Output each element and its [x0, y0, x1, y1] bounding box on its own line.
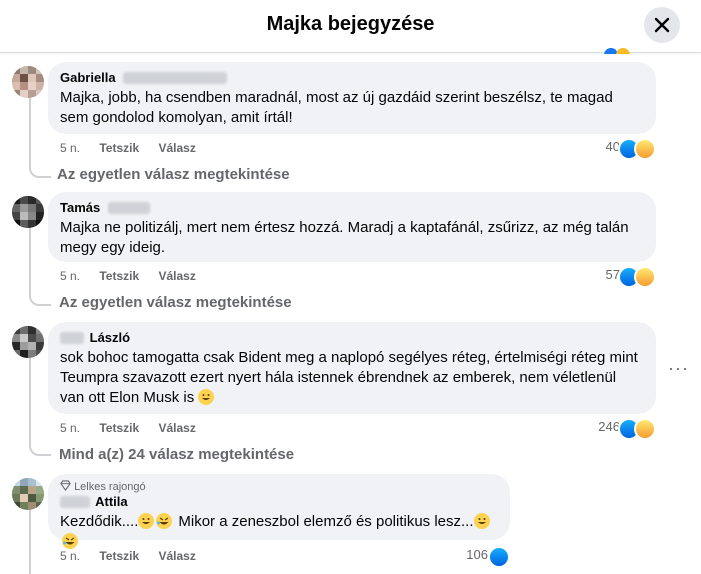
grinning-emoji-icon	[138, 513, 155, 529]
reaction-summary[interactable]: 40	[580, 138, 656, 160]
haha-icon	[634, 138, 656, 160]
view-replies-link[interactable]: Az egyetlen válasz megtekintése	[57, 166, 290, 183]
view-replies-link[interactable]: Az egyetlen válasz megtekintése	[59, 294, 292, 311]
dialog-title: Majka bejegyzése	[266, 13, 435, 35]
haha-icon	[634, 266, 656, 288]
redacted-surname	[60, 332, 84, 344]
redacted-surname	[123, 72, 228, 84]
like-button[interactable]: Tetszik	[99, 549, 139, 563]
view-replies-link[interactable]: Mind a(z) 24 válasz megtekintése	[59, 446, 294, 463]
comment-bubble: Lelkes rajongó Attila Kezdődik.... Mikor …	[48, 474, 510, 549]
reply-button[interactable]: Válasz	[159, 549, 196, 563]
thread-line	[29, 356, 31, 446]
comment-bubble: Tamás Majka ne politizálj, mert nem érte…	[48, 192, 656, 262]
comment-text: Majka, jobb, ha csendben maradnál, most …	[60, 89, 613, 126]
more-options-button[interactable]: ···	[668, 358, 689, 379]
reply-button[interactable]: Válasz	[159, 421, 196, 435]
author-name[interactable]: Tamás	[60, 200, 100, 215]
rofl-emoji-icon	[156, 513, 173, 529]
like-button[interactable]: Tetszik	[99, 269, 139, 283]
dialog-header: Majka bejegyzése	[0, 0, 701, 53]
grinning-emoji-icon	[473, 513, 490, 529]
redacted-surname	[107, 202, 150, 214]
redacted-surname	[60, 496, 90, 508]
comment-author[interactable]: László	[60, 330, 644, 346]
avatar[interactable]	[12, 326, 44, 358]
comment-author[interactable]: Gabriella	[60, 70, 644, 86]
reaction-count: 106	[466, 547, 488, 562]
comment-text: sok bohoc tamogatta csak Bident meg a na…	[60, 349, 638, 406]
author-name[interactable]: Gabriella	[60, 70, 116, 85]
author-name[interactable]: László	[90, 330, 130, 345]
thread-line	[29, 96, 31, 168]
thread-connector	[29, 294, 51, 306]
thread-connector	[29, 444, 51, 456]
comment-actions: 5 n. Tetszik Válasz	[60, 549, 212, 563]
diamond-icon	[60, 480, 71, 492]
like-icon	[488, 546, 510, 568]
reaction-summary[interactable]: 57	[580, 266, 656, 288]
author-name[interactable]: Attila	[95, 494, 128, 509]
avatar[interactable]	[12, 66, 44, 98]
comment-bubble: László sok bohoc tamogatta csak Bident m…	[48, 322, 656, 414]
reply-button[interactable]: Válasz	[159, 269, 196, 283]
comment-bubble: Gabriella Majka, jobb, ha csendben marad…	[48, 62, 656, 134]
reaction-summary[interactable]: 106	[450, 546, 510, 568]
comment-text-container: Kezdődik.... Mikor a zeneszbol elemző és …	[60, 512, 498, 552]
like-button[interactable]: Tetszik	[99, 141, 139, 155]
grinning-emoji-icon	[198, 389, 215, 405]
avatar[interactable]	[12, 478, 44, 510]
rofl-emoji-icon	[62, 533, 78, 549]
comment-time[interactable]: 5 n.	[60, 549, 80, 563]
like-button[interactable]: Tetszik	[99, 421, 139, 435]
comment-time[interactable]: 5 n.	[60, 141, 80, 155]
close-icon	[654, 17, 670, 33]
comment-text: Majka ne politizálj, mert nem értesz hoz…	[60, 219, 629, 256]
comment-actions: 5 n. Tetszik Válasz	[60, 269, 212, 283]
comment-author[interactable]: Attila	[60, 494, 498, 510]
comment-author[interactable]: Tamás	[60, 200, 644, 216]
avatar[interactable]	[12, 196, 44, 228]
thread-line	[29, 508, 31, 574]
comment-actions: 5 n. Tetszik Válasz	[60, 421, 212, 435]
fan-badge[interactable]: Lelkes rajongó	[60, 480, 498, 494]
haha-icon	[616, 48, 630, 54]
comment-time[interactable]: 5 n.	[60, 269, 80, 283]
comment-time[interactable]: 5 n.	[60, 421, 80, 435]
badge-label: Lelkes rajongó	[74, 481, 146, 493]
reaction-icons-partial	[604, 46, 644, 54]
comment-text-container: sok bohoc tamogatta csak Bident meg a na…	[60, 348, 644, 408]
comment-text-part: Mikor a zeneszbol elemző és politikus le…	[178, 513, 474, 530]
thread-line	[29, 224, 31, 296]
comment-text-part: Kezdődik....	[60, 513, 139, 530]
haha-icon	[634, 418, 656, 440]
close-button[interactable]	[644, 7, 680, 43]
reaction-count: 246	[598, 419, 620, 434]
reaction-summary[interactable]: 246	[570, 418, 656, 440]
comment-actions: 5 n. Tetszik Válasz	[60, 141, 212, 155]
thread-connector	[29, 166, 51, 178]
reply-button[interactable]: Válasz	[159, 141, 196, 155]
